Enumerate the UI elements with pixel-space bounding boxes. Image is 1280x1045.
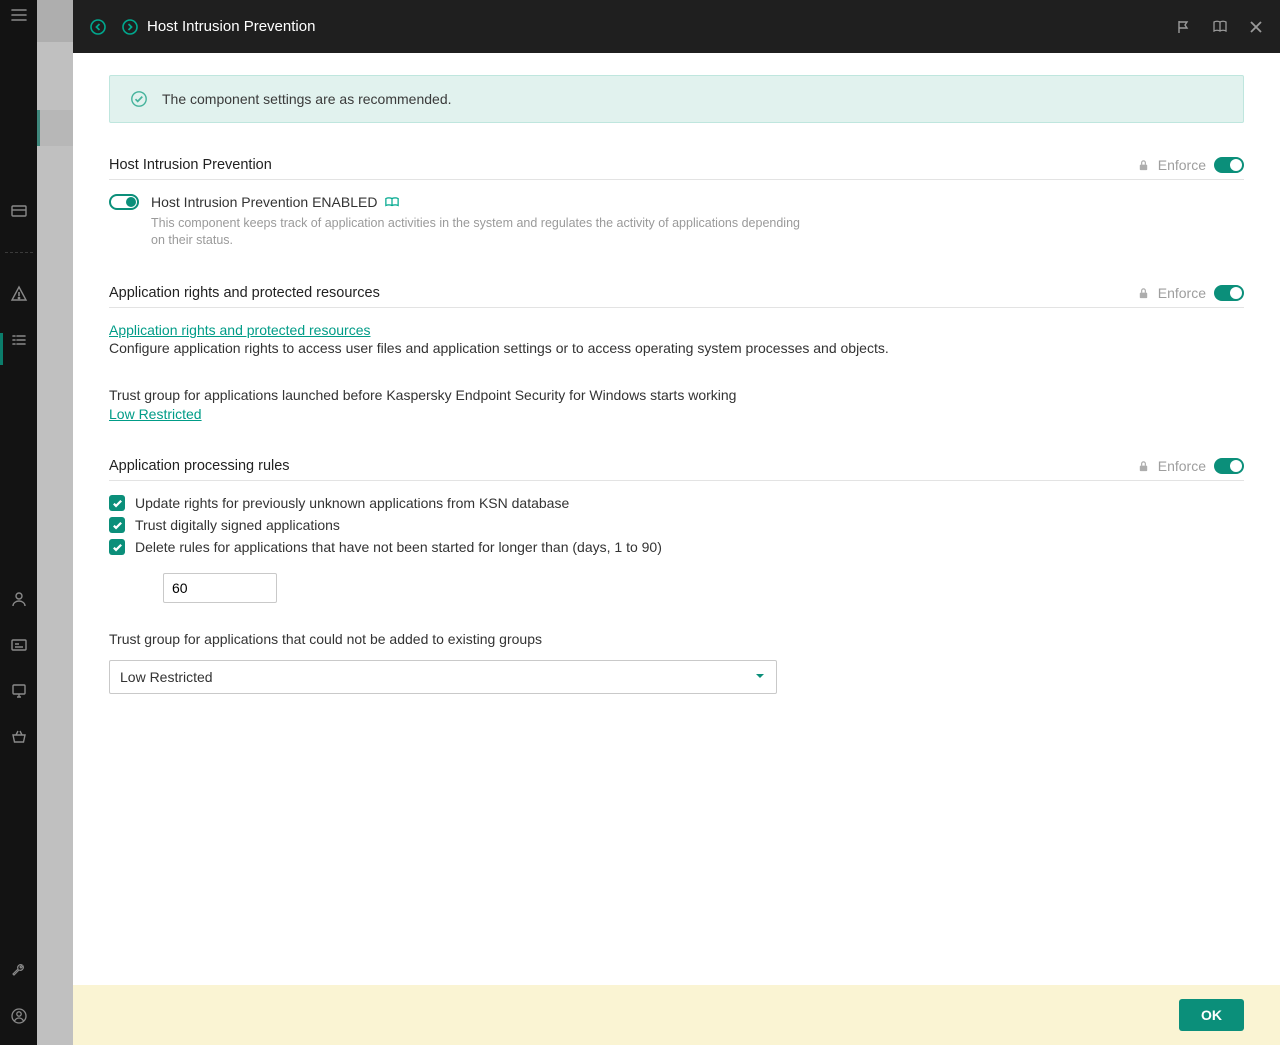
left-rail: [0, 0, 37, 1045]
lock-icon: [1137, 460, 1150, 473]
ok-button[interactable]: OK: [1179, 999, 1244, 1031]
close-icon[interactable]: [1248, 19, 1264, 35]
trust-group-unassigned-label: Trust group for applications that could …: [109, 629, 1244, 650]
enforce-label: Enforce: [1158, 157, 1206, 173]
alert-icon[interactable]: [10, 285, 28, 303]
section-rights: Application rights and protected resourc…: [109, 285, 1244, 422]
dashboard-icon[interactable]: [10, 202, 28, 220]
enforce-rights-toggle[interactable]: [1214, 285, 1244, 301]
panel-footer: OK: [73, 985, 1280, 1045]
policy-icon[interactable]: [10, 636, 28, 654]
wrench-icon[interactable]: [10, 961, 28, 979]
back-icon[interactable]: [89, 18, 107, 36]
section-rules-title: Application processing rules: [109, 458, 290, 474]
trust-group-prestart-link[interactable]: Low Restricted: [109, 406, 202, 422]
panel-body: The component settings are as recommende…: [73, 53, 1280, 985]
section-rules: Application processing rules Enforce Upd…: [109, 458, 1244, 694]
info-banner-text: The component settings are as recommende…: [162, 91, 452, 107]
app-rights-desc: Configure application rights to access u…: [109, 338, 1244, 359]
list-icon[interactable]: [10, 331, 28, 349]
enforce-rules: Enforce: [1137, 458, 1244, 474]
hip-enable-toggle[interactable]: [109, 194, 139, 210]
lock-icon: [1137, 159, 1150, 172]
rail-divider: [5, 252, 33, 253]
enforce-hip-toggle[interactable]: [1214, 157, 1244, 173]
chevron-down-icon: [754, 669, 766, 685]
checkbox-trust-signed-label: Trust digitally signed applications: [135, 517, 340, 533]
rail-active-marker: [0, 333, 3, 365]
enforce-label: Enforce: [1158, 458, 1206, 474]
enforce-hip: Enforce: [1137, 157, 1244, 173]
section-icon: [121, 18, 139, 36]
trust-group-select-value: Low Restricted: [120, 669, 213, 685]
info-banner: The component settings are as recommende…: [109, 75, 1244, 123]
panel-header: Host Intrusion Prevention: [73, 0, 1280, 53]
book-icon[interactable]: [385, 195, 399, 211]
section-rights-title: Application rights and protected resourc…: [109, 285, 380, 301]
account-icon[interactable]: [10, 1007, 28, 1025]
flag-icon[interactable]: [1176, 19, 1192, 35]
days-input[interactable]: [163, 573, 277, 603]
checkbox-delete-rules-label: Delete rules for applications that have …: [135, 539, 662, 555]
hip-status-label: Host Intrusion Prevention ENABLED: [151, 194, 377, 210]
device-icon[interactable]: [10, 682, 28, 700]
help-icon[interactable]: [1212, 19, 1228, 35]
check-icon: [130, 90, 148, 108]
user-icon[interactable]: [10, 590, 28, 608]
enforce-rights: Enforce: [1137, 285, 1244, 301]
trust-group-prestart-label: Trust group for applications launched be…: [109, 385, 1244, 406]
checkbox-delete-rules[interactable]: [109, 539, 125, 555]
lock-icon: [1137, 287, 1150, 300]
section-hip: Host Intrusion Prevention Enforce Host I…: [109, 157, 1244, 249]
enforce-label: Enforce: [1158, 285, 1206, 301]
app-rights-link[interactable]: Application rights and protected resourc…: [109, 322, 370, 338]
checkbox-trust-signed[interactable]: [109, 517, 125, 533]
section-hip-title: Host Intrusion Prevention: [109, 157, 272, 173]
basket-icon[interactable]: [10, 728, 28, 746]
trust-group-select[interactable]: Low Restricted: [109, 660, 777, 694]
hip-description: This component keeps track of applicatio…: [151, 215, 811, 249]
enforce-rules-toggle[interactable]: [1214, 458, 1244, 474]
checkbox-update-ksn-label: Update rights for previously unknown app…: [135, 495, 569, 511]
settings-panel: Host Intrusion Prevention The component …: [73, 0, 1280, 1045]
menu-icon[interactable]: [10, 6, 28, 24]
panel-title: Host Intrusion Prevention: [147, 18, 315, 35]
checkbox-update-ksn[interactable]: [109, 495, 125, 511]
